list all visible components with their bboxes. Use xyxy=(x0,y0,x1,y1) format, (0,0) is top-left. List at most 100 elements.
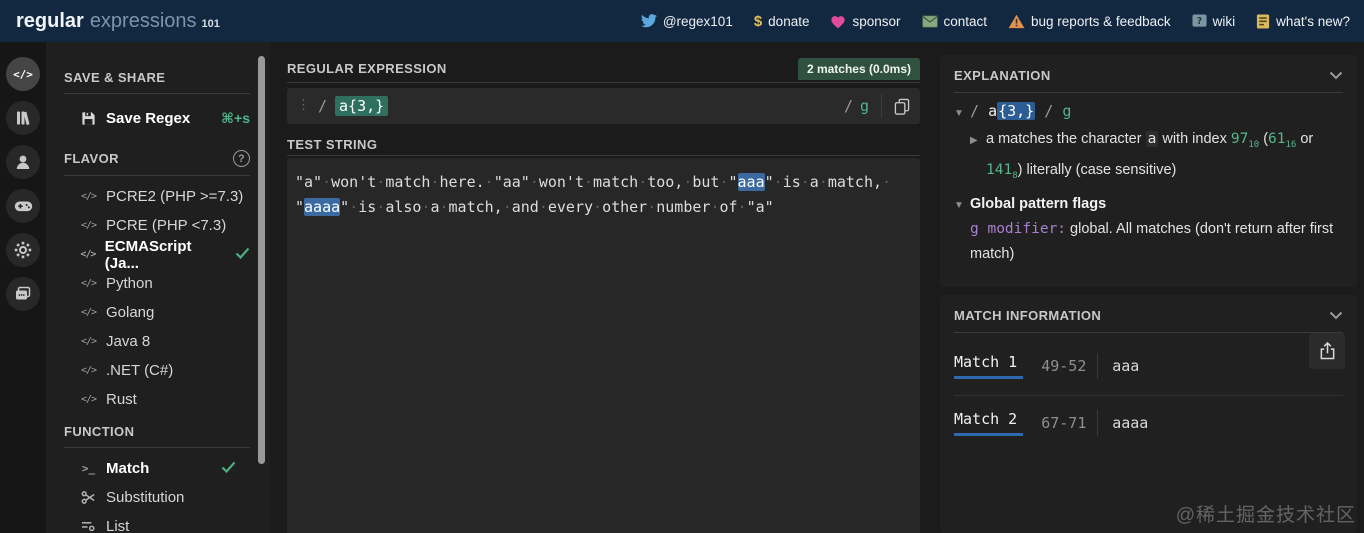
test-string-editor[interactable]: "a"·won't·match·here.·"aa"·won't·match·t… xyxy=(287,158,920,533)
nav-link-whats-new[interactable]: what's new? xyxy=(1256,14,1350,29)
divider xyxy=(287,155,920,156)
expand-arrow-icon[interactable]: ▶ xyxy=(970,128,986,153)
code-chip: a xyxy=(1145,131,1159,147)
quantifier-token: {3,} xyxy=(997,102,1036,120)
regex-flags[interactable]: g xyxy=(860,97,869,115)
g-modifier-description: g modifier: global. All matches (don't r… xyxy=(970,220,1334,262)
function-item-match[interactable]: >_ Match xyxy=(80,454,250,483)
nav-link-label: sponsor xyxy=(852,13,901,29)
regex-input[interactable]: ⋮ / a{3,} / g xyxy=(287,88,920,124)
chevron-down-icon[interactable] xyxy=(1329,71,1343,80)
library-icon[interactable] xyxy=(6,101,40,135)
explanation-char-row: ▶ a matches the character a with index 97… xyxy=(954,127,1343,189)
nav-link-wiki[interactable]: ? wiki xyxy=(1192,13,1236,29)
changelog-icon xyxy=(1256,13,1270,29)
twitter-icon xyxy=(640,14,657,28)
flavor-item-dotnet[interactable]: </> .NET (C#) xyxy=(80,356,250,385)
code-icon: </> xyxy=(80,394,97,405)
code-icon: </> xyxy=(80,336,97,347)
flavor-item-rust[interactable]: </> Rust xyxy=(80,385,250,414)
games-icon[interactable] xyxy=(6,189,40,223)
collapse-arrow-icon[interactable]: ▼ xyxy=(954,193,970,218)
open-delimiter: / xyxy=(318,97,328,115)
collapse-arrow-icon[interactable]: ▼ xyxy=(954,108,970,119)
test-string-header: TEST STRING xyxy=(287,134,920,155)
flavor-item-pcre2[interactable]: </> PCRE2 (PHP >=7.3) xyxy=(80,182,250,211)
save-regex-label: Save Regex xyxy=(106,109,191,127)
feedback-icon[interactable] xyxy=(6,277,40,311)
match-label: Match 1 xyxy=(954,353,1024,379)
wiki-chat-icon: ? xyxy=(1192,13,1207,29)
nav-link-bug-reports[interactable]: bug reports & feedback xyxy=(1008,14,1171,29)
regex-pattern: a{3,} xyxy=(335,96,389,116)
nav-link-contact[interactable]: contact xyxy=(921,13,988,29)
divider xyxy=(64,447,250,448)
function-item-substitution[interactable]: Substitution xyxy=(80,483,250,512)
code-icon: </> xyxy=(80,307,97,318)
list-icon xyxy=(80,520,97,533)
code-icon: </> xyxy=(80,220,97,231)
nav-link-label: bug reports & feedback xyxy=(1031,13,1171,29)
logo-part-regular: regular xyxy=(16,9,84,32)
check-icon xyxy=(235,246,250,263)
mail-icon xyxy=(921,14,938,28)
code-icon: </> xyxy=(80,249,96,260)
function-title: FUNCTION xyxy=(64,424,135,439)
nav-link-label: what's new? xyxy=(1276,13,1350,29)
regex-section-header: REGULAR EXPRESSION 2 matches (0.0ms) xyxy=(287,55,920,82)
match-label: Match 2 xyxy=(954,410,1024,436)
icon-rail: </> xyxy=(0,42,46,533)
settings-icon[interactable] xyxy=(6,233,40,267)
warning-icon xyxy=(1008,14,1025,29)
flavor-title: FLAVOR ? xyxy=(64,150,250,167)
flavor-item-golang[interactable]: </> Golang xyxy=(80,298,250,327)
save-icon xyxy=(80,111,97,126)
nav-link-label: donate xyxy=(768,13,810,29)
flavor-help-icon[interactable]: ? xyxy=(233,150,250,167)
close-delimiter: / xyxy=(843,97,853,115)
code-icon: </> xyxy=(80,191,97,202)
code-icon: </> xyxy=(80,365,97,376)
drag-handle-icon[interactable]: ⋮ xyxy=(297,99,310,112)
chevron-down-icon[interactable] xyxy=(1329,311,1343,320)
nav-link-regex101-twitter[interactable]: @regex101 xyxy=(640,14,733,29)
match-value: aaa xyxy=(1112,357,1140,375)
explanation-pattern-row: ▼ / a{3,} / g xyxy=(954,102,1072,120)
match-row-1: Match 1 49-52 aaa xyxy=(954,339,1357,391)
watermark: @稀土掘金技术社区 xyxy=(1175,505,1356,526)
export-matches-button[interactable] xyxy=(1309,333,1345,369)
flavor-item-java8[interactable]: </> Java 8 xyxy=(80,327,250,356)
match-information-panel: MATCH INFORMATION Match 1 49-52 aaa Matc… xyxy=(940,295,1357,533)
logo-part-101: 101 xyxy=(201,17,220,30)
test-string-line: "a"·won't·match·here.·"aa"·won't·match·t… xyxy=(295,173,892,191)
right-column: EXPLANATION ▼ / a{3,} / g ▶ a matches the … xyxy=(940,42,1357,533)
terminal-icon: >_ xyxy=(81,462,96,475)
logo-part-expressions: expressions xyxy=(89,9,197,32)
divider xyxy=(64,175,250,176)
match-information-title: MATCH INFORMATION xyxy=(954,308,1102,323)
match-range: 67-71 xyxy=(1041,414,1087,432)
sidebar-scrollbar[interactable] xyxy=(258,56,265,464)
explanation-title: EXPLANATION xyxy=(954,68,1051,83)
save-regex-button[interactable]: Save Regex ⌘+s xyxy=(80,106,250,130)
flavor-item-pcre[interactable]: </> PCRE (PHP <7.3) xyxy=(80,211,250,240)
nav-link-sponsor[interactable]: sponsor xyxy=(830,13,901,29)
nav-link-label: contact xyxy=(943,13,988,29)
heart-icon xyxy=(830,14,846,29)
divider xyxy=(64,93,250,94)
nav-link-label: wiki xyxy=(1212,13,1236,29)
account-icon[interactable] xyxy=(6,145,40,179)
function-item-list[interactable]: List xyxy=(80,512,250,533)
flavor-item-ecmascript[interactable]: </> ECMAScript (Ja... xyxy=(80,238,250,272)
explanation-panel: EXPLANATION ▼ / a{3,} / g ▶ a matches the … xyxy=(940,55,1357,287)
regex-section-title: REGULAR EXPRESSION xyxy=(287,61,447,76)
test-string-line: "aaaa"·is·also·a·match,·and·every·other·… xyxy=(295,198,774,216)
top-navbar: regular expressions 101 @regex101 $ dona… xyxy=(0,0,1364,42)
site-logo[interactable]: regular expressions 101 xyxy=(16,10,220,33)
flavor-item-python[interactable]: </> Python xyxy=(80,269,250,298)
code-icon: </> xyxy=(80,278,97,289)
navbar-links: @regex101 $ donate sponsor contact bug r… xyxy=(640,13,1350,30)
copy-icon[interactable] xyxy=(894,98,910,115)
nav-link-donate[interactable]: $ donate xyxy=(754,13,810,30)
regex-editor-icon[interactable]: </> xyxy=(6,57,40,91)
